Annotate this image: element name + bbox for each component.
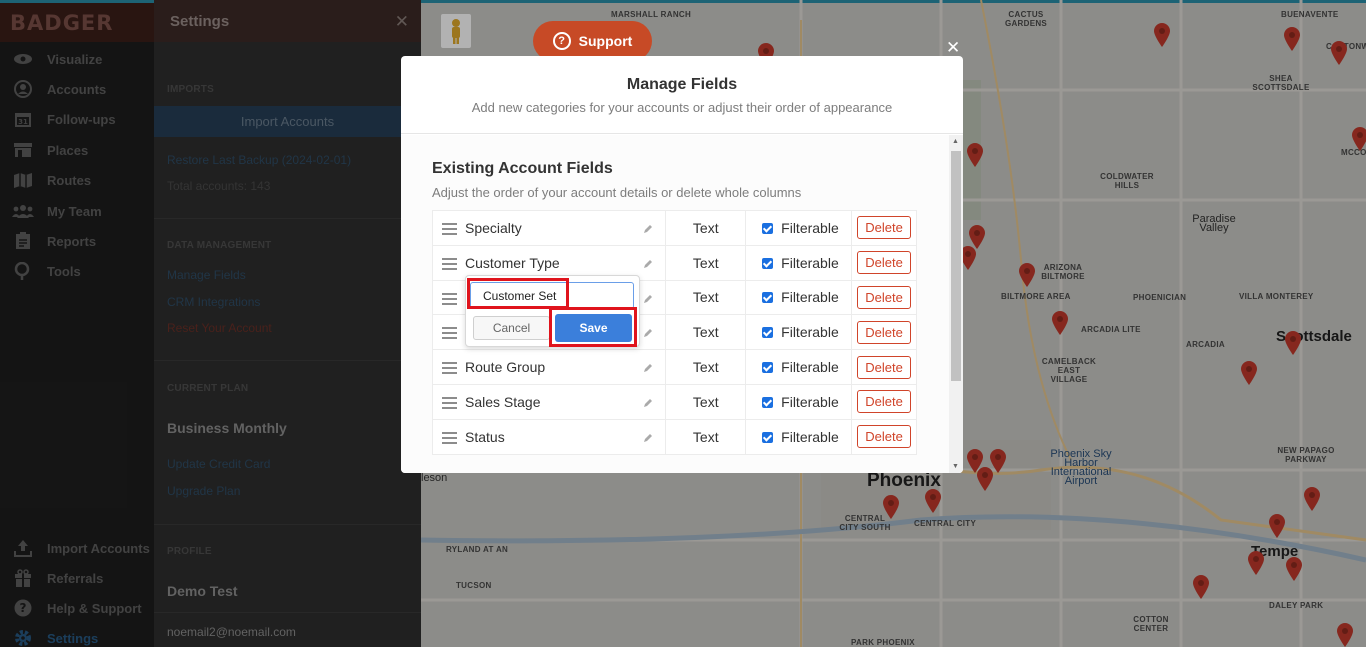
- delete-cell: Delete: [851, 210, 917, 246]
- filterable-label: Filterable: [781, 324, 839, 341]
- field-row: Sales Stage Text Filterable Delete: [431, 383, 917, 420]
- filterable-label: Filterable: [781, 428, 839, 445]
- manage-fields-modal: Manage Fields Add new categories for you…: [401, 56, 963, 473]
- filterable-label: Filterable: [781, 359, 839, 376]
- filterable-cell[interactable]: Filterable: [745, 210, 853, 246]
- modal-header: Manage Fields Add new categories for you…: [401, 56, 963, 134]
- field-name-cell[interactable]: Sales Stage: [431, 383, 667, 420]
- field-name: Route Group: [465, 359, 546, 376]
- field-type: Text: [665, 210, 747, 246]
- drag-handle-icon[interactable]: [442, 292, 457, 308]
- drag-handle-icon[interactable]: [442, 396, 457, 412]
- filterable-cell[interactable]: Filterable: [745, 349, 853, 385]
- delete-button[interactable]: Delete: [857, 320, 911, 344]
- pencil-icon[interactable]: [643, 395, 653, 411]
- filterable-cell[interactable]: Filterable: [745, 314, 853, 351]
- filterable-checkbox[interactable]: [762, 431, 774, 443]
- field-name: Specialty: [465, 219, 522, 236]
- filterable-checkbox[interactable]: [762, 396, 774, 408]
- field-type: Text: [665, 279, 747, 316]
- field-row: Route Group Text Filterable Delete: [431, 349, 917, 385]
- delete-cell: Delete: [851, 279, 917, 316]
- drag-handle-icon[interactable]: [442, 327, 457, 342]
- scroll-down-arrow-icon[interactable]: ▼: [952, 463, 959, 470]
- field-name-cell[interactable]: Specialty: [431, 210, 667, 246]
- field-type: Text: [665, 314, 747, 351]
- field-type: Text: [665, 383, 747, 420]
- pencil-icon[interactable]: [643, 360, 653, 376]
- field-name-cell[interactable]: Route Group: [431, 349, 667, 385]
- filterable-checkbox[interactable]: [762, 292, 774, 304]
- filterable-label: Filterable: [781, 289, 839, 306]
- scroll-up-arrow-icon[interactable]: ▲: [952, 138, 959, 145]
- delete-cell: Delete: [851, 244, 917, 281]
- support-button[interactable]: ? Support: [533, 21, 652, 61]
- cancel-button[interactable]: Cancel: [473, 316, 550, 340]
- question-circle-icon: ?: [552, 32, 571, 50]
- section-description: Adjust the order of your account details…: [432, 185, 802, 200]
- modal-scrollbar[interactable]: ▲ ▼: [949, 135, 963, 473]
- pencil-icon[interactable]: [643, 256, 653, 272]
- field-name: Status: [465, 428, 505, 445]
- drag-handle-icon[interactable]: [442, 223, 457, 238]
- filterable-checkbox[interactable]: [762, 362, 774, 374]
- delete-cell: Delete: [851, 383, 917, 420]
- field-type: Text: [665, 244, 747, 281]
- field-type: Text: [665, 349, 747, 385]
- field-row: Status Text Filterable Delete: [431, 418, 917, 455]
- drag-handle-icon[interactable]: [442, 431, 457, 447]
- drag-handle-icon[interactable]: [442, 257, 457, 273]
- filterable-cell[interactable]: Filterable: [745, 279, 853, 316]
- delete-button[interactable]: Delete: [857, 355, 911, 379]
- scrollbar-thumb[interactable]: [951, 151, 961, 381]
- delete-button[interactable]: Delete: [857, 285, 911, 309]
- filterable-checkbox[interactable]: [762, 327, 774, 339]
- pencil-icon[interactable]: [643, 325, 653, 341]
- field-row: Specialty Text Filterable Delete: [431, 210, 917, 246]
- delete-cell: Delete: [851, 418, 917, 455]
- field-name: Customer Type: [465, 254, 560, 271]
- modal-title: Manage Fields: [626, 76, 738, 93]
- pencil-icon[interactable]: [643, 291, 653, 307]
- filterable-label: Filterable: [781, 254, 839, 271]
- filterable-label: Filterable: [781, 393, 839, 410]
- delete-cell: Delete: [851, 314, 917, 351]
- filterable-label: Filterable: [781, 219, 839, 236]
- delete-button[interactable]: Delete: [857, 216, 911, 240]
- delete-button[interactable]: Delete: [857, 390, 911, 414]
- filterable-cell[interactable]: Filterable: [745, 418, 853, 455]
- field-name: Sales Stage: [465, 393, 541, 410]
- filterable-cell[interactable]: Filterable: [745, 383, 853, 420]
- support-label: Support: [578, 33, 633, 49]
- pencil-icon[interactable]: [643, 221, 653, 237]
- delete-cell: Delete: [851, 349, 917, 385]
- save-highlight-box: [549, 307, 637, 347]
- drag-handle-icon[interactable]: [442, 362, 457, 377]
- field-name-cell[interactable]: Status: [431, 418, 667, 455]
- input-highlight-box: [467, 278, 569, 309]
- filterable-checkbox[interactable]: [762, 222, 774, 234]
- section-title: Existing Account Fields: [432, 160, 613, 177]
- delete-button[interactable]: Delete: [857, 251, 911, 275]
- filterable-checkbox[interactable]: [762, 257, 774, 269]
- pencil-icon[interactable]: [643, 430, 653, 446]
- delete-button[interactable]: Delete: [857, 425, 911, 449]
- field-type: Text: [665, 418, 747, 455]
- modal-subtitle: Add new categories for your accounts or …: [471, 100, 893, 115]
- filterable-cell[interactable]: Filterable: [745, 244, 853, 281]
- close-icon[interactable]: ✕: [946, 38, 960, 58]
